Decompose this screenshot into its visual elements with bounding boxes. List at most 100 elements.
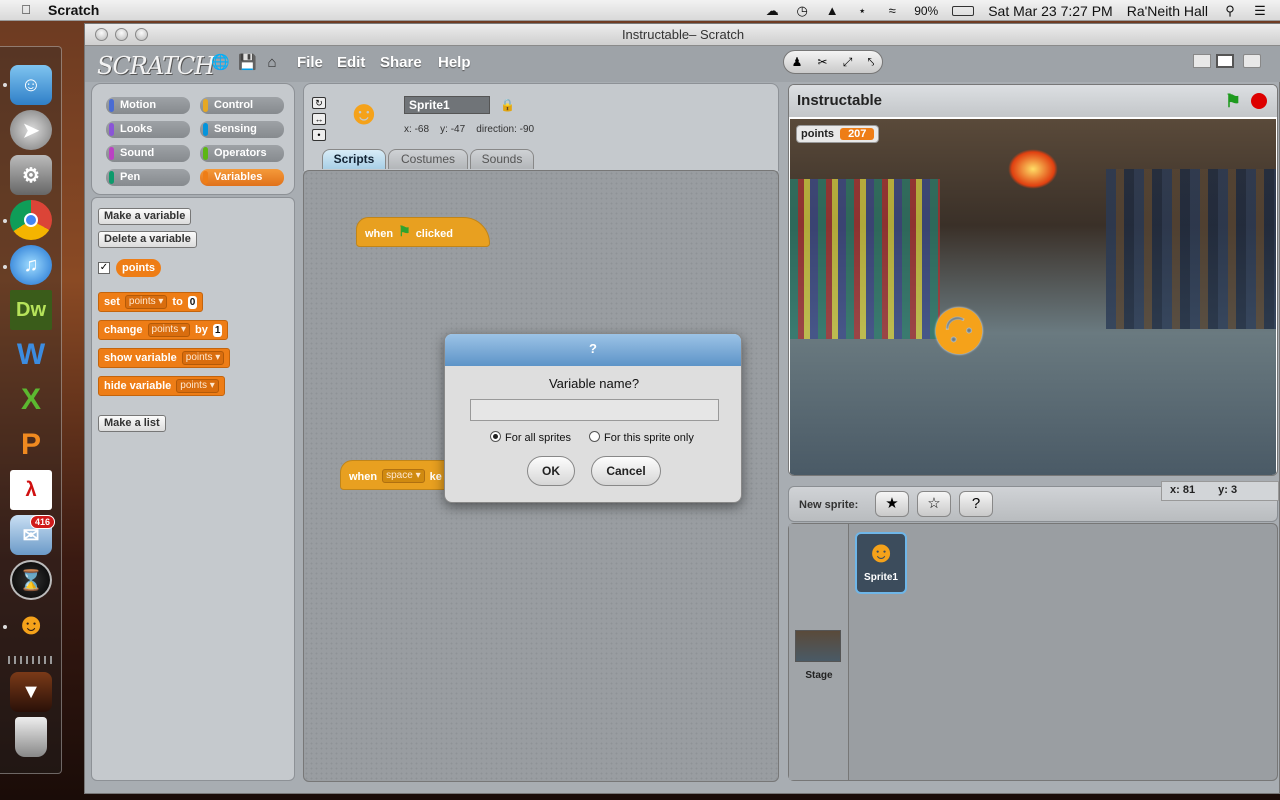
menubar-app-name[interactable]: Scratch <box>48 2 99 18</box>
battery-percent[interactable]: 90% <box>914 4 938 18</box>
minimize-icon[interactable] <box>115 28 128 41</box>
tab-scripts[interactable]: Scripts <box>322 149 386 169</box>
radio-for-this-sprite[interactable]: For this sprite only <box>589 431 694 444</box>
radio-for-all-sprites[interactable]: For all sprites <box>490 431 571 444</box>
set-variable-block[interactable]: set points ▾ to 0 <box>98 292 204 312</box>
variable-dropdown[interactable]: points ▾ <box>181 351 225 365</box>
stage-thumbnail[interactable] <box>795 630 841 662</box>
itunes-icon[interactable]: ♫ <box>10 245 52 285</box>
rotate-style-icon[interactable]: ↻ <box>312 97 326 109</box>
duplicate-stamp-icon[interactable]: ♟ <box>792 55 803 69</box>
sprite-tile-cat: ☻ <box>865 536 897 569</box>
category-control[interactable]: Control <box>200 97 284 114</box>
stage-backdrop-store[interactable]: points 207 ☻ <box>790 119 1276 475</box>
dashboard-icon[interactable]: ⌛ <box>10 560 52 600</box>
bluetooth-icon[interactable]: ⋆ <box>854 3 870 18</box>
chrome-icon[interactable] <box>10 200 52 240</box>
stop-sign-icon[interactable] <box>1251 93 1267 109</box>
acrobat-icon[interactable]: λ <box>10 470 52 510</box>
when-flag-clicked-block[interactable]: when ⚑ clicked <box>356 217 490 247</box>
system-preferences-icon[interactable]: ⚙ <box>10 155 52 195</box>
scratch-icon[interactable]: ☻ <box>10 605 52 645</box>
dreamweaver-icon[interactable]: Dw <box>10 290 52 330</box>
choose-sprite-file-icon[interactable]: ☆ <box>917 491 951 517</box>
menu-help[interactable]: Help <box>438 54 471 71</box>
value-input[interactable]: 1 <box>212 323 223 337</box>
key-dropdown[interactable]: space ▾ <box>382 469 425 483</box>
green-flag-icon[interactable]: ⚑ <box>1225 91 1241 112</box>
running-indicator <box>3 625 7 629</box>
lock-icon[interactable]: 🔒 <box>500 98 515 112</box>
category-sound[interactable]: Sound <box>106 145 190 162</box>
time-machine-icon[interactable]: ◷ <box>794 3 810 18</box>
dock: ☺ ➤ ⚙ ♫ Dw W X P λ ✉ 416 ⌛ ☻ ▼ <box>0 46 62 774</box>
normal-stage-icon[interactable] <box>1216 54 1234 68</box>
category-pen[interactable]: Pen <box>106 169 190 186</box>
wifi-icon[interactable]: ≈ <box>884 3 900 18</box>
grow-icon[interactable]: ⤢ <box>843 55 853 70</box>
share-upload-icon[interactable]: ⌂ <box>263 54 281 72</box>
no-rotate-icon[interactable]: • <box>312 129 326 141</box>
spotlight-icon[interactable]: ⚲ <box>1222 3 1238 18</box>
value-input[interactable]: 0 <box>187 295 198 309</box>
notification-center-icon[interactable]: ☰ <box>1252 3 1268 18</box>
cancel-button[interactable]: Cancel <box>591 456 661 486</box>
green-flag-icon: ⚑ <box>398 223 411 239</box>
powerpoint-icon[interactable]: P <box>10 425 52 465</box>
tab-sounds[interactable]: Sounds <box>470 149 534 169</box>
variable-name-input[interactable] <box>470 399 719 421</box>
excel-icon[interactable]: X <box>10 380 52 420</box>
mouse-x: 81 <box>1182 484 1196 496</box>
menu-share[interactable]: Share <box>380 54 422 71</box>
language-globe-icon[interactable]: 🌐 <box>211 54 230 72</box>
hide-variable-block[interactable]: hide variable points ▾ <box>98 376 225 396</box>
delete-variable-button[interactable]: Delete a variable <box>98 231 197 248</box>
trash-icon[interactable] <box>15 717 47 757</box>
category-sensing[interactable]: Sensing <box>200 121 284 138</box>
paint-new-sprite-icon[interactable]: ★ <box>875 491 909 517</box>
radio-selected-icon <box>490 431 501 442</box>
sprite-tile[interactable]: ☻ Sprite1 <box>855 532 907 594</box>
sprite-y: -47 <box>450 124 466 135</box>
variable-monitor[interactable]: points 207 <box>796 125 880 143</box>
icloud-icon[interactable]: ☁ <box>764 3 780 18</box>
sprite-coordinates: x: -68 y: -47 direction: -90 <box>404 124 535 135</box>
apple-icon[interactable]:  <box>18 3 34 17</box>
menu-file[interactable]: File <box>297 54 323 71</box>
variable-checkbox[interactable]: ✓ <box>98 262 110 274</box>
flip-style-icon[interactable]: ↔ <box>312 113 326 125</box>
downloads-icon[interactable]: ▼ <box>10 672 52 712</box>
variable-dropdown[interactable]: points ▾ <box>124 295 168 309</box>
variable-dropdown[interactable]: points ▾ <box>176 379 219 393</box>
change-variable-block[interactable]: change points ▾ by 1 <box>98 320 229 340</box>
sprite-name-field[interactable]: Sprite1 <box>404 96 490 114</box>
battery-icon[interactable] <box>952 5 975 16</box>
finder-icon[interactable]: ☺ <box>10 65 52 105</box>
make-variable-button[interactable]: Make a variable <box>98 208 192 225</box>
surprise-sprite-icon[interactable]: ? <box>959 491 993 517</box>
menubar-user[interactable]: Ra'Neith Hall <box>1127 3 1208 19</box>
variable-dropdown[interactable]: points ▾ <box>147 323 191 337</box>
variable-reporter-points[interactable]: points <box>116 259 161 277</box>
show-variable-block[interactable]: show variable points ▾ <box>98 348 231 368</box>
zoom-icon[interactable] <box>135 28 148 41</box>
tab-costumes[interactable]: Costumes <box>388 149 468 169</box>
category-variables[interactable]: Variables <box>200 169 284 186</box>
block-label: change <box>104 324 143 336</box>
category-motion[interactable]: Motion <box>106 97 190 114</box>
presentation-mode-icon[interactable] <box>1243 54 1261 68</box>
ok-button[interactable]: OK <box>527 456 575 486</box>
word-icon[interactable]: W <box>10 335 52 375</box>
delete-scissors-icon[interactable]: ✂ <box>818 55 828 69</box>
menubar-clock[interactable]: Sat Mar 23 7:27 PM <box>988 3 1113 19</box>
save-icon[interactable]: 💾 <box>238 54 257 72</box>
launchpad-icon[interactable]: ➤ <box>10 110 52 150</box>
close-icon[interactable] <box>95 28 108 41</box>
category-operators[interactable]: Operators <box>200 145 284 162</box>
volume-icon[interactable]: ▲ <box>824 3 840 18</box>
make-list-button[interactable]: Make a list <box>98 415 166 432</box>
menu-edit[interactable]: Edit <box>337 54 365 71</box>
shrink-icon[interactable]: ⤣ <box>868 55 875 70</box>
category-looks[interactable]: Looks <box>106 121 190 138</box>
small-stage-icon[interactable] <box>1193 54 1211 68</box>
